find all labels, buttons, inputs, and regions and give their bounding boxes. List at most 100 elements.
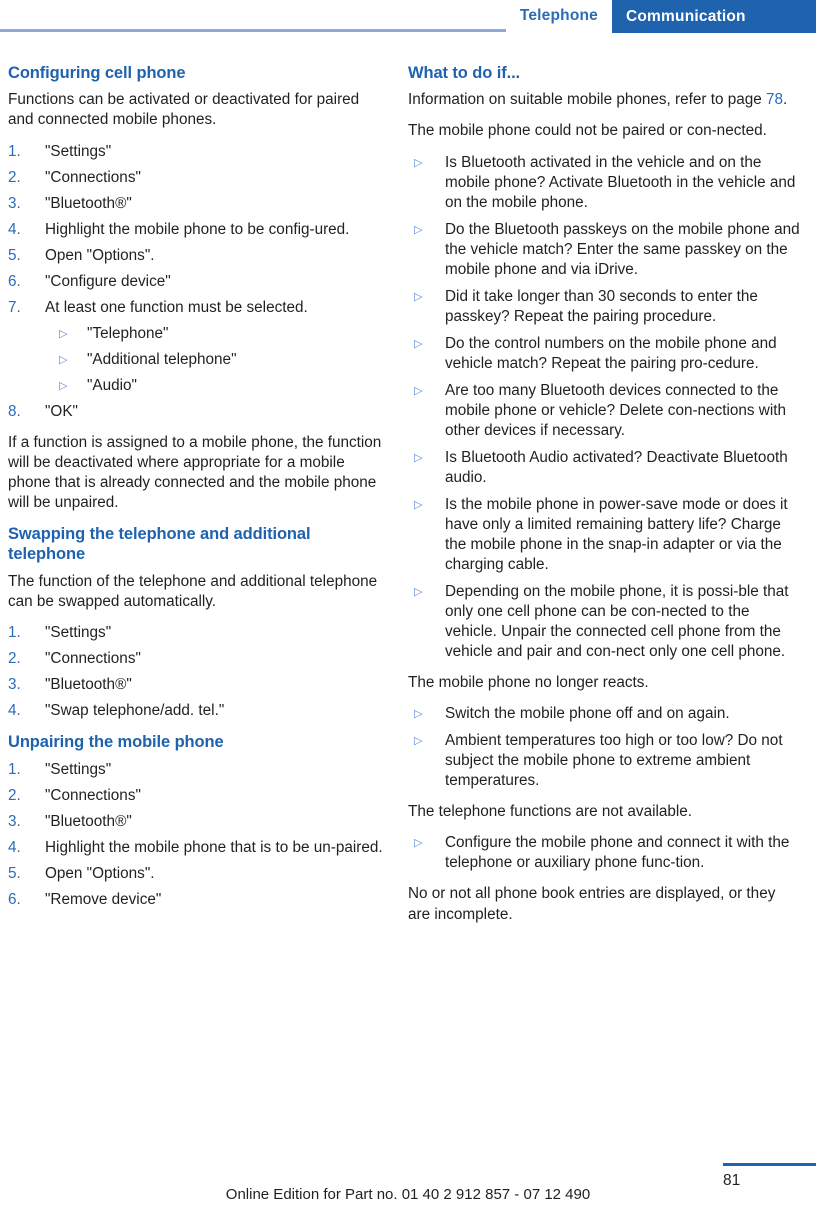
triangle-bullet-icon: ▷ [414,290,423,303]
list-item: 4. Highlight the mobile phone that is to… [8,838,383,858]
list-item: ▷ Configure the mobile phone and connect… [408,833,800,873]
problem-solution-list: ▷ Switch the mobile phone off and on aga… [408,704,800,791]
list-item: 5. Open "Options". [8,864,383,884]
section-unpairing-mobile-phone: Unpairing the mobile phone 1. "Settings"… [8,732,383,910]
tab-communication[interactable]: Communication [612,0,816,33]
step-number: 3. [8,194,21,212]
triangle-bullet-icon: ▷ [414,223,423,236]
step-number: 6. [8,890,21,908]
step-text: "Settings" [45,623,112,641]
list-item: 4. Highlight the mobile phone to be conf… [8,220,383,240]
section-title: Unpairing the mobile phone [8,733,224,752]
section-title: Swapping the telephone and additional te… [8,524,311,564]
list-item: ▷ Do the control numbers on the mobile p… [408,334,800,374]
section-intro-paragraph: The function of the telephone and additi… [8,572,378,610]
tab-telephone[interactable]: Telephone [505,0,612,32]
list-item: ▷ Are too many Bluetooth devices connect… [408,381,800,441]
tab-telephone-label: Telephone [519,7,598,24]
triangle-bullet-icon: ▷ [414,337,423,350]
problem-statement: The mobile phone could not be paired or … [408,122,767,140]
list-item: 7. At least one function must be selecte… [8,298,383,396]
step-text: "Connections" [45,786,141,804]
step-text: Highlight the mobile phone that is to be… [45,838,383,856]
list-item: 2. "Connections" [8,168,383,188]
problem-statement: No or not all phone book entries are dis… [408,885,776,923]
solution-text: Did it take longer than 30 seconds to en… [445,287,758,325]
page-reference-link[interactable]: 78 [766,91,783,108]
step-text: Open "Options". [45,246,155,264]
sub-item-text: "Additional telephone" [87,350,237,368]
step-number: 5. [8,864,21,882]
step-number: 3. [8,812,21,830]
section-closing-paragraph: If a function is assigned to a mobile ph… [8,433,382,511]
left-column: Configuring cell phone Functions can be … [8,63,383,921]
list-item: ▷ Depending on the mobile phone, it is p… [408,582,800,662]
list-item: ▷ "Additional telephone" [45,350,383,370]
step-list: 1. "Settings" 2. "Connections" 3. "Bluet… [8,142,383,422]
step-number: 8. [8,402,21,420]
triangle-bullet-icon: ▷ [414,451,423,464]
list-item: 6. "Remove device" [8,890,383,910]
step-text: "OK" [45,402,78,420]
solution-text: Ambient temperatures too high or too low… [445,732,783,790]
list-item: ▷ "Telephone" [45,324,383,344]
section-title: What to do if... [408,64,521,82]
list-item: 4. "Swap telephone/add. tel." [8,701,383,721]
section-intro-paragraph: Functions can be activated or deactivate… [8,91,360,129]
triangle-bullet-icon: ▷ [414,498,423,511]
solution-text: Is Bluetooth Audio activated? Deactivate… [445,448,788,486]
sub-item-text: "Telephone" [87,324,169,342]
list-item: 3. "Bluetooth®" [8,194,383,214]
right-column: What to do if... Information on suitable… [408,63,800,936]
section-title: Configuring cell phone [8,64,186,82]
step-number: 4. [8,220,21,238]
step-text: "Swap telephone/add. tel." [45,702,225,720]
tab-communication-label: Communication [626,7,746,25]
triangle-bullet-icon: ▷ [59,327,68,340]
list-item: 1. "Settings" [8,623,383,643]
list-item: 2. "Connections" [8,786,383,806]
step-number: 4. [8,838,21,856]
solution-text: Is Bluetooth activated in the vehicle an… [445,153,796,211]
step-text: "Bluetooth®" [45,812,132,830]
intro-prefix: Information on suitable mobile phones, r… [408,91,766,109]
solution-text: Depending on the mobile phone, it is pos… [445,583,789,661]
step-text: Open "Options". [45,864,155,882]
page-header: Telephone Communication [0,0,816,33]
step-text: At least one function must be selected. [45,298,308,316]
intro-suffix: . [783,91,788,109]
step-text: "Bluetooth®" [45,194,132,212]
list-item: ▷ Switch the mobile phone off and on aga… [408,704,800,724]
step-number: 1. [8,142,21,160]
list-item: ▷ Ambient temperatures too high or too l… [408,731,800,791]
step-list: 1. "Settings" 2. "Connections" 3. "Bluet… [8,623,383,721]
step-number: 5. [8,246,21,264]
step-number: 3. [8,676,21,694]
triangle-bullet-icon: ▷ [59,379,68,392]
list-item: 3. "Bluetooth®" [8,675,383,695]
list-item: 8. "OK" [8,402,383,422]
step-number: 6. [8,272,21,290]
step-sub-list: ▷ "Telephone" ▷ "Additional telephone" ▷… [45,324,383,396]
triangle-bullet-icon: ▷ [414,735,423,748]
online-edition-notice: Online Edition for Part no. 01 40 2 912 … [225,1186,591,1203]
step-number: 7. [8,298,21,316]
problem-solution-list: ▷ Configure the mobile phone and connect… [408,833,800,873]
page-number-rule [723,1163,816,1166]
solution-text: Do the control numbers on the mobile pho… [445,334,777,372]
triangle-bullet-icon: ▷ [414,837,423,850]
sub-item-text: "Audio" [87,376,137,394]
intro-paragraph: Information on suitable mobile phones, r… [408,90,800,110]
list-item: ▷ "Audio" [45,376,383,396]
solution-text: Is the mobile phone in power-save mode o… [445,495,788,574]
triangle-bullet-icon: ▷ [414,586,423,599]
list-item: 1. "Settings" [8,760,383,780]
solution-text: Switch the mobile phone off and on again… [445,705,730,723]
list-item: ▷ Is the mobile phone in power-save mode… [408,495,800,575]
solution-text: Do the Bluetooth passkeys on the mobile … [445,220,800,278]
step-text: "Connections" [45,649,141,667]
list-item: 5. Open "Options". [8,246,383,266]
list-item: ▷ Do the Bluetooth passkeys on the mobil… [408,220,800,280]
step-text: "Settings" [45,760,112,778]
list-item: 1. "Settings" [8,142,383,162]
